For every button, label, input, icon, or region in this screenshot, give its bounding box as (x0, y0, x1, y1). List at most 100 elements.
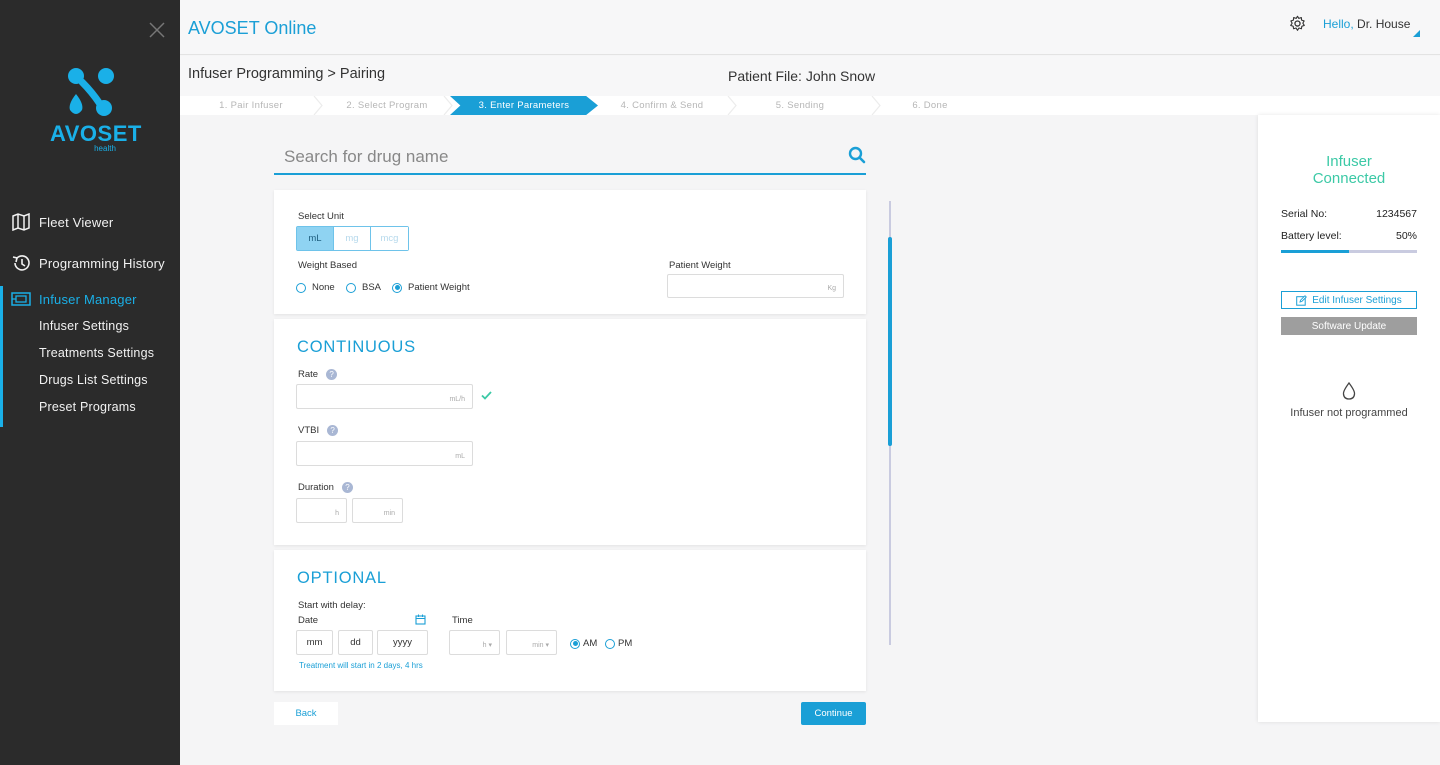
am-radio[interactable]: AM (570, 638, 597, 649)
help-icon[interactable]: ? (341, 482, 353, 493)
vtbi-input[interactable]: mL (296, 441, 473, 466)
sidebar: AVOSET health Fleet Viewer Programming H… (0, 0, 180, 765)
continuous-title: CONTINUOUS (297, 338, 416, 356)
hour-unit-text: h (482, 642, 487, 649)
active-indicator (0, 286, 3, 427)
unit-label: h (335, 510, 339, 517)
sidebar-subitem-treatments-settings[interactable]: Treatments Settings (39, 346, 154, 360)
sidebar-item-label: Infuser Manager (39, 291, 137, 307)
chevron-right-icon (313, 96, 323, 115)
sidebar-subitem-drugs-list-settings[interactable]: Drugs List Settings (39, 373, 148, 387)
status-line-2: Connected (1312, 170, 1386, 187)
duration-minutes-input[interactable]: min (352, 498, 403, 523)
weight-bsa-radio[interactable]: BSA (346, 282, 381, 293)
sidebar-item-label: Programming History (39, 255, 165, 271)
droplet-icon (1342, 381, 1356, 400)
weight-none-radio[interactable]: None (296, 282, 335, 293)
radio-label: None (312, 282, 335, 293)
calendar-icon[interactable] (415, 614, 426, 625)
time-hour-select[interactable]: h ▾ (449, 630, 500, 655)
step-progress-bar: 1. Pair Infuser 2. Select Program 3. Ent… (180, 96, 1440, 115)
history-icon (12, 255, 30, 271)
search-icon[interactable] (848, 146, 866, 164)
dropdown-triangle-icon[interactable] (1413, 30, 1420, 37)
top-bar: AVOSET Online Hello, Dr. House (180, 0, 1440, 55)
unit-ml-button[interactable]: mL (297, 227, 334, 250)
scrollbar-thumb[interactable] (888, 237, 892, 446)
unit-selector: mL mg mcg (296, 226, 409, 251)
gear-icon[interactable] (1289, 15, 1306, 32)
vtbi-label-text: VTBI (298, 425, 320, 437)
time-minute-select[interactable]: min ▾ (506, 630, 557, 655)
unit-label: mL/h (449, 396, 465, 403)
software-update-button[interactable]: Software Update (1281, 317, 1417, 335)
search-input[interactable] (284, 146, 824, 168)
date-month-input[interactable]: mm (296, 630, 333, 655)
sidebar-item-label: Fleet Viewer (39, 214, 114, 230)
min-unit-text: min (532, 642, 544, 649)
duration-label: Duration? (298, 482, 353, 493)
sidebar-item-infuser-manager[interactable]: Infuser Manager (0, 286, 180, 312)
optional-card: OPTIONAL Start with delay: Date mm dd yy… (274, 550, 866, 691)
date-label: Date (298, 615, 319, 626)
battery-value: 50% (1395, 230, 1417, 242)
pm-radio[interactable]: PM (605, 638, 632, 649)
rate-label-text: Rate (298, 369, 319, 381)
rate-input[interactable]: mL/h (296, 384, 473, 409)
radio-dot (296, 282, 306, 293)
patient-file: Patient File: John Snow (728, 68, 876, 84)
radio-label: AM (583, 638, 598, 649)
unit-label: h ▾ (482, 642, 492, 649)
sidebar-subitem-infuser-settings[interactable]: Infuser Settings (39, 319, 129, 333)
delay-hint: Treatment will start in 2 days, 4 hrs (299, 661, 423, 670)
infuser-icon (11, 292, 31, 306)
date-day-input[interactable]: dd (338, 630, 373, 655)
sidebar-item-programming-history[interactable]: Programming History (0, 250, 180, 276)
status-line-1: Infuser (1326, 153, 1372, 170)
unit-label: min ▾ (532, 642, 549, 649)
edit-button-label: Edit Infuser Settings (1312, 294, 1402, 306)
serial-label: Serial No: (1281, 208, 1328, 220)
step-3: 3. Enter Parameters (450, 96, 598, 115)
drug-search (274, 140, 866, 175)
user-greeting[interactable]: Hello, Dr. House (1323, 17, 1410, 31)
check-icon (481, 391, 492, 400)
radio-dot (392, 282, 402, 293)
duration-label-text: Duration (298, 482, 334, 494)
logo-subtext: health (94, 144, 116, 153)
patient-weight-input[interactable]: Kg (667, 274, 844, 298)
step-2: 2. Select Program (346, 100, 428, 111)
unit-weight-card: Select Unit mL mg mcg Weight Based None … (274, 190, 866, 314)
battery-label: Battery level: (1281, 230, 1342, 242)
duration-hours-input[interactable]: h (296, 498, 347, 523)
unit-label: Kg (827, 285, 836, 292)
close-icon[interactable] (147, 20, 167, 40)
help-icon[interactable]: ? (326, 369, 338, 380)
optional-title: OPTIONAL (297, 569, 387, 587)
avoset-logo-icon (68, 68, 114, 116)
battery-row: Battery level: 50% (1281, 230, 1417, 242)
unit-mcg-button[interactable]: mcg (371, 227, 408, 250)
radio-label: PM (618, 638, 633, 649)
sidebar-item-fleet-viewer[interactable]: Fleet Viewer (0, 209, 180, 235)
serial-row: Serial No: 1234567 (1281, 208, 1417, 220)
step-1: 1. Pair Infuser (219, 100, 283, 111)
radio-dot (570, 638, 580, 649)
infuser-connected-status: Infuser Connected (1258, 153, 1440, 187)
unit-mg-button[interactable]: mg (334, 227, 371, 250)
start-delay-label: Start with delay: (298, 600, 366, 611)
serial-value: 1234567 (1376, 208, 1417, 220)
date-year-input[interactable]: yyyy (377, 630, 428, 655)
vtbi-label: VTBI? (298, 425, 339, 437)
breadcrumb-row: Infuser Programming > Pairing Patient Fi… (180, 56, 1440, 96)
edit-infuser-settings-button[interactable]: Edit Infuser Settings (1281, 291, 1417, 309)
edit-icon (1296, 294, 1308, 306)
weight-patient-radio[interactable]: Patient Weight (392, 282, 470, 293)
help-icon[interactable]: ? (327, 425, 339, 436)
sidebar-subitem-preset-programs[interactable]: Preset Programs (39, 400, 136, 414)
radio-label: Patient Weight (408, 282, 470, 293)
continue-button[interactable]: Continue (801, 702, 866, 725)
user-name: Dr. House (1357, 17, 1411, 31)
patient-weight-label: Patient Weight (669, 260, 731, 271)
back-button[interactable]: Back (274, 702, 338, 725)
